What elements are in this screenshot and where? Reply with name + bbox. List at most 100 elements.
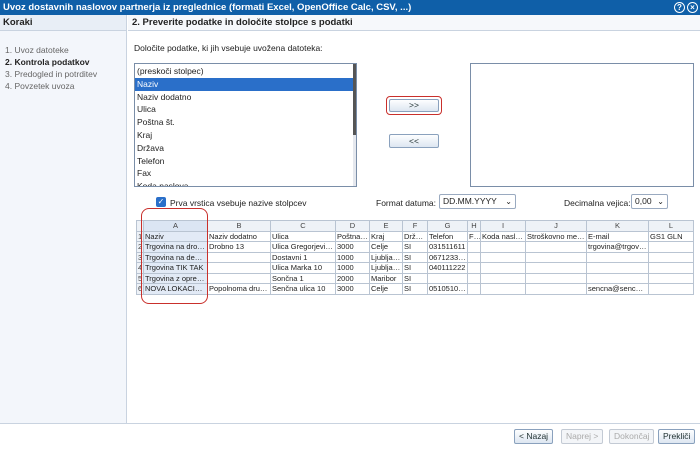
- table-cell: [586, 262, 649, 274]
- column-letter-header[interactable]: K: [586, 220, 649, 232]
- window-title: Uvoz dostavnih naslovov partnerja iz pre…: [3, 2, 412, 13]
- column-letter-header[interactable]: G: [427, 220, 468, 232]
- table-cell: 067123321: [427, 251, 468, 263]
- table-cell: Kraj: [369, 230, 403, 242]
- field-option[interactable]: Koda naslova: [135, 180, 356, 186]
- next-button[interactable]: Naprej >: [561, 429, 604, 444]
- back-button[interactable]: < Nazaj: [514, 429, 554, 444]
- close-icon[interactable]: ×: [687, 2, 698, 13]
- finish-button[interactable]: Dokončaj: [609, 429, 655, 444]
- table-row: 1 Naziv Naziv dodatno Ulica Poštna št. Kraj Dr…: [136, 230, 694, 242]
- table-cell: Senčna ulica 10: [270, 283, 336, 295]
- table-cell: Dostavni 1: [270, 251, 336, 263]
- first-row-header-checkbox[interactable]: ✓: [156, 197, 166, 207]
- table-row: 6NOVA LOKACIJA SončnaPopolnoma drugačnaS…: [136, 283, 694, 295]
- decimal-select[interactable]: 0,00 ⌄: [631, 194, 668, 209]
- chevron-down-icon: ⌄: [657, 197, 664, 206]
- field-option[interactable]: Ulica: [135, 103, 356, 116]
- table-cell: [480, 251, 526, 263]
- table-cell: SI: [402, 272, 428, 284]
- field-option[interactable]: Država: [135, 142, 356, 155]
- table-cell: Ljubljana: [369, 262, 403, 274]
- list-scrollbar[interactable]: [353, 64, 356, 186]
- table-cell: [648, 272, 694, 284]
- table-cell: [467, 262, 481, 274]
- column-letter-header[interactable]: E: [369, 220, 403, 232]
- instruction-text: Določite podatke, ki jih vsebuje uvožena…: [134, 43, 323, 53]
- table-cell: [648, 251, 694, 263]
- window-title-bar: Uvoz dostavnih naslovov partnerja iz pre…: [0, 0, 700, 15]
- table-cell: GS1 GLN: [648, 230, 694, 242]
- table-cell: 040111222: [427, 262, 468, 274]
- table-cell: Ljubljana: [369, 251, 403, 263]
- table-cell: Ulica: [270, 230, 336, 242]
- table-cell: Država: [402, 230, 428, 242]
- field-option[interactable]: Naziv dodatno: [135, 91, 356, 104]
- table-cell: [480, 283, 526, 295]
- table-cell: [467, 241, 481, 253]
- table-cell: Ulica Gregorjevih 9: [270, 241, 336, 253]
- field-option[interactable]: (preskoči stolpec): [135, 65, 356, 78]
- steps-sidebar: Koraki 1. Uvoz datoteke 2. Kontrola podat…: [0, 15, 127, 423]
- table-cell: E-mail: [586, 230, 649, 242]
- preview-grid: ABCDEFGHIJKL 1 Naziv Naziv dodatno Ulica Poš…: [136, 220, 694, 295]
- column-letter-header[interactable]: J: [525, 220, 587, 232]
- date-format-select[interactable]: DD.MM.YYYY ⌄: [439, 194, 516, 209]
- column-a-highlight: [141, 208, 208, 304]
- table-cell: [648, 241, 694, 253]
- table-row: 2 Trgovina na drobno Drobno 13 Ulica Gregor…: [136, 241, 694, 253]
- add-field-button[interactable]: >>: [389, 99, 439, 112]
- decimal-label: Decimalna vejica:: [564, 198, 631, 208]
- table-cell: Drobno 13: [207, 241, 271, 253]
- column-letter-header[interactable]: B: [207, 220, 271, 232]
- table-cell: SI: [402, 283, 428, 295]
- column-letter-header[interactable]: I: [480, 220, 526, 232]
- table-cell: SI: [402, 262, 428, 274]
- sidebar-step: 4. Povzetek uvoza: [5, 81, 75, 91]
- field-option[interactable]: Kraj: [135, 129, 356, 142]
- column-letter-header[interactable]: C: [270, 220, 336, 232]
- table-cell: Telefon: [427, 230, 468, 242]
- table-row: 4 Trgovina TIK TAK Ulica Marka 10 1000 Ljubl…: [136, 262, 694, 274]
- table-cell: [586, 272, 649, 284]
- page-title: 2. Preverite podatke in določite stolpce…: [128, 15, 700, 31]
- date-format-value: DD.MM.YYYY: [443, 196, 497, 206]
- date-format-label: Format datuma:: [376, 198, 436, 208]
- column-letter-header[interactable]: L: [648, 220, 694, 232]
- sidebar-step: 2. Kontrola podatkov: [5, 57, 90, 67]
- cancel-button[interactable]: Prekliči: [658, 429, 696, 444]
- table-row: 5 Trgovina z opremo Sončna 1 2000 Maribor SI: [136, 272, 694, 284]
- selected-fields-list[interactable]: [470, 63, 694, 187]
- field-option[interactable]: Fax: [135, 167, 356, 180]
- help-icon[interactable]: ?: [674, 2, 685, 13]
- main-panel: 2. Preverite podatke in določite stolpce…: [128, 15, 700, 423]
- wizard-footer: < Nazaj Naprej > Dokončaj Prekliči: [0, 423, 700, 449]
- table-cell: [586, 251, 649, 263]
- remove-field-button[interactable]: <<: [389, 134, 439, 148]
- column-letter-header[interactable]: D: [335, 220, 370, 232]
- table-cell: [648, 283, 694, 295]
- table-cell: 2000: [335, 272, 370, 284]
- table-cell: Fax: [467, 230, 481, 242]
- sidebar-step: 1. Uvoz datoteke: [5, 45, 69, 55]
- available-fields-list[interactable]: (preskoči stolpec) Naziv Naziv dodatno Ulic…: [134, 63, 357, 187]
- table-cell: [207, 262, 271, 274]
- table-cell: [525, 272, 587, 284]
- column-letter-header[interactable]: F: [402, 220, 428, 232]
- table-cell: [467, 272, 481, 284]
- table-cell: 031511611: [427, 241, 468, 253]
- table-cell: [480, 241, 526, 253]
- table-cell: [427, 272, 468, 284]
- field-option[interactable]: Telefon: [135, 155, 356, 168]
- table-cell: [648, 262, 694, 274]
- field-option[interactable]: Naziv: [135, 77, 356, 91]
- table-cell: [467, 283, 481, 295]
- table-cell: SI: [402, 241, 428, 253]
- table-cell: Stroškovno mesto: [525, 230, 587, 242]
- field-option[interactable]: Poštna št.: [135, 116, 356, 129]
- column-letter-header[interactable]: H: [467, 220, 481, 232]
- table-cell: Sončna 1: [270, 272, 336, 284]
- table-cell: [480, 272, 526, 284]
- table-cell: Maribor: [369, 272, 403, 284]
- table-cell: [525, 283, 587, 295]
